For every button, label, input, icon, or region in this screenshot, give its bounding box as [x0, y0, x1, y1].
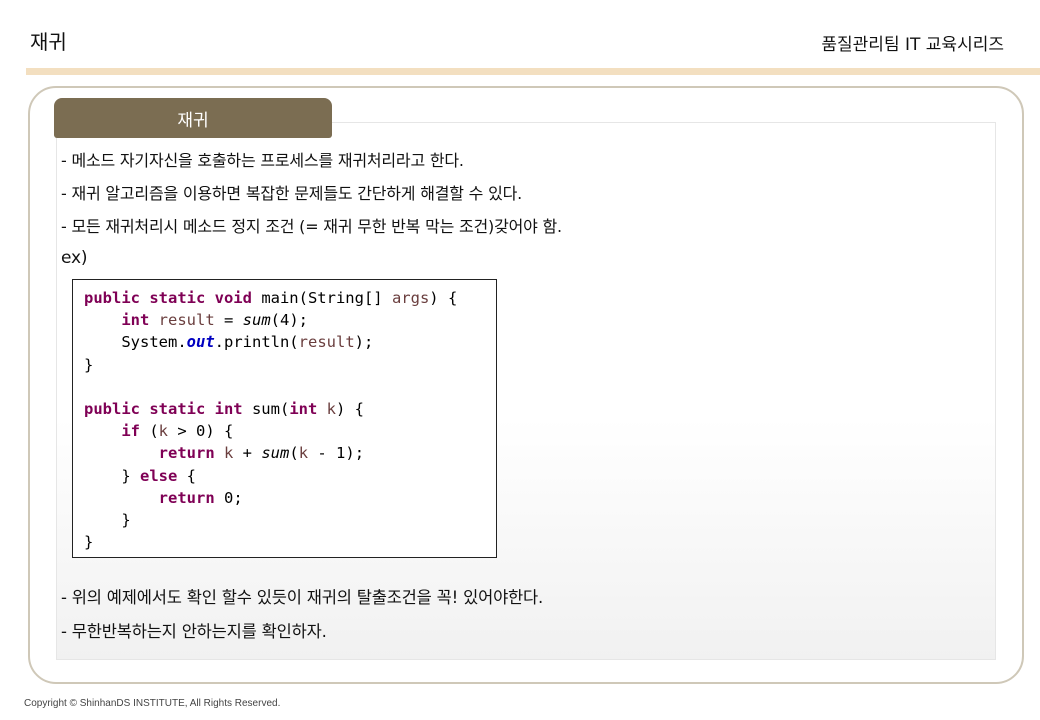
- header-divider: [26, 68, 1040, 75]
- section-tab: 재귀: [54, 98, 332, 138]
- page-title: 재귀: [30, 30, 67, 54]
- note-item: - 무한반복하는지 안하는지를 확인하자.: [61, 622, 327, 641]
- code-line: }: [84, 510, 131, 529]
- code-line: }: [84, 533, 94, 552]
- bullet-item: - 메소드 자기자신을 호출하는 프로세스를 재귀처리라고 한다.: [61, 151, 464, 170]
- note-item: - 위의 예제에서도 확인 할수 있듯이 재귀의 탈출조건을 꼭! 있어야한다.: [61, 588, 544, 607]
- bullet-item: - 모든 재귀처리시 메소드 정지 조건 (= 재귀 무한 반복 막는 조건)갖…: [61, 217, 562, 236]
- code-line: }: [84, 355, 94, 374]
- code-line: } else {: [121, 466, 196, 485]
- code-line: return k + sum(k - 1);: [158, 444, 365, 463]
- code-line: if (k > 0) {: [121, 422, 234, 441]
- code-line: System.out.println(result);: [121, 333, 374, 352]
- code-line: return 0;: [158, 488, 243, 507]
- code-line: public static void main(String[] args) {: [84, 289, 458, 307]
- example-label: ex): [61, 248, 88, 268]
- code-line: int result = sum(4);: [121, 311, 308, 330]
- series-title: 품질관리팀 IT 교육시리즈: [821, 35, 1004, 55]
- copyright-footer: Copyright © ShinhanDS INSTITUTE, All Rig…: [24, 698, 281, 709]
- section-tab-label: 재귀: [177, 110, 209, 131]
- bullet-item: - 재귀 알고리즘을 이용하면 복잡한 문제들도 간단하게 해결할 수 있다.: [61, 184, 522, 203]
- code-line: public static int sum(int k) {: [84, 399, 364, 418]
- code-block: public static void main(String[] args) {…: [72, 279, 497, 558]
